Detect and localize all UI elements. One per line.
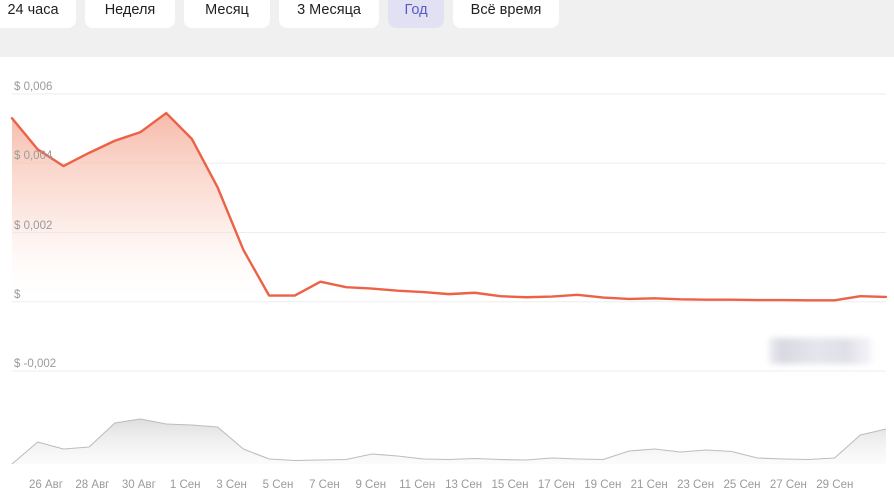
- x-tick-label-16: 27 Сен: [769, 479, 807, 491]
- period-tab-label: Месяц: [205, 2, 249, 18]
- x-tick-label-12: 19 Сен: [584, 479, 622, 491]
- price-chart: $ 0,006 $ 0,004 $ 0,002 $ $ -0,002 26 Авг 28 …: [0, 57, 894, 503]
- period-tab-2[interactable]: Неделя: [85, 0, 175, 28]
- x-tick-label-1: 28 Авг: [75, 479, 110, 491]
- y-tick-label-4: $ -0,002: [14, 358, 57, 370]
- x-tick-label-2: 30 Авг: [121, 479, 156, 491]
- period-tab-6[interactable]: Всё время: [453, 0, 559, 28]
- price-area-fill: [12, 113, 886, 302]
- period-tab-label: Неделя: [104, 2, 156, 18]
- period-tab-bar: 24 часа Неделя Месяц 3 Месяца Год Всё время: [0, 0, 894, 57]
- x-tick-label-10: 15 Сен: [491, 479, 529, 491]
- x-tick-label-13: 21 Сен: [630, 479, 668, 491]
- period-tab-4[interactable]: 3 Месяца: [279, 0, 379, 28]
- x-tick-label-7: 9 Сен: [355, 479, 387, 491]
- y-tick-label-0: $ 0,006: [14, 81, 53, 93]
- period-tab-3[interactable]: Месяц: [184, 0, 270, 28]
- period-tab-5[interactable]: Год: [388, 0, 444, 28]
- x-tick-label-0: 26 Авг: [29, 479, 63, 491]
- x-tick-label-4: 3 Сен: [216, 479, 247, 491]
- period-tab-label: 3 Месяца: [297, 2, 361, 18]
- period-tab-1[interactable]: 24 часа: [0, 0, 76, 28]
- x-tick-label-5: 5 Сен: [262, 479, 294, 491]
- x-tick-label-15: 25 Сен: [723, 479, 761, 491]
- x-tick-label-9: 13 Сен: [445, 479, 483, 491]
- censored-watermark: [769, 338, 872, 364]
- x-tick-label-3: 1 Сен: [169, 479, 201, 491]
- x-tick-label-14: 23 Сен: [677, 479, 715, 491]
- y-tick-label-2: $ 0,002: [14, 219, 53, 232]
- x-tick-label-6: 7 Сен: [309, 479, 340, 491]
- period-tab-label: Всё время: [470, 2, 542, 18]
- period-tab-label: Год: [404, 2, 428, 18]
- y-tick-label-1: $ 0,004: [14, 150, 53, 163]
- main-price-area-chart: [10, 93, 888, 465]
- y-tick-label-3: $: [14, 288, 21, 301]
- x-tick-label-11: 17 Сен: [537, 479, 575, 491]
- x-tick-label-17: 29 Сен: [816, 479, 854, 491]
- x-tick-label-8: 11 Сен: [399, 479, 436, 491]
- period-tab-label: 24 часа: [7, 2, 59, 18]
